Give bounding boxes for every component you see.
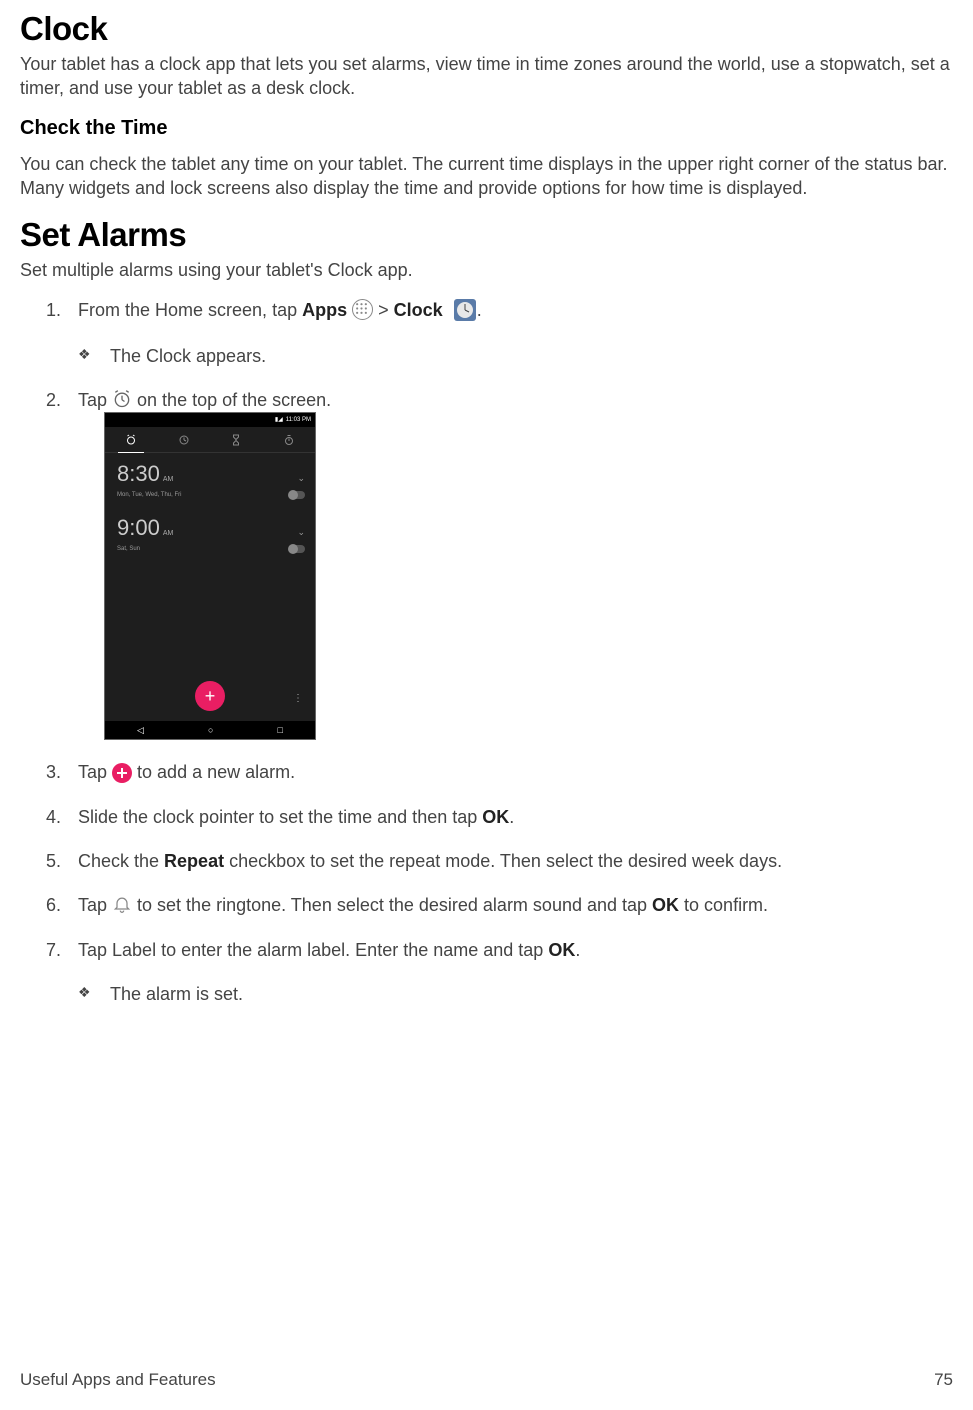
shot-tabs	[105, 427, 315, 453]
step-7-ok: OK	[548, 940, 575, 960]
shot-alarm2-ampm: AM	[163, 529, 174, 538]
shot-navbar: ◁ ○ □	[105, 721, 315, 739]
step-5-text-b: checkbox to set the repeat mode. Then se…	[224, 851, 782, 871]
step-1-sub: The Clock appears.	[80, 344, 953, 368]
footer-section: Useful Apps and Features	[20, 1370, 216, 1390]
apps-icon	[352, 299, 373, 320]
step-2-text-b: on the top of the screen.	[132, 390, 331, 410]
step-5-repeat: Repeat	[164, 851, 224, 871]
shot-statusbar: ▮◢11:03 PM	[105, 413, 315, 427]
shot-tab-alarm	[105, 427, 158, 452]
shot-alarm2-switch	[289, 545, 305, 553]
shot-alarm1-time: 8:30	[117, 459, 160, 489]
step-4-text-a: Slide the clock pointer to set the time …	[78, 807, 482, 827]
step-4-ok: OK	[482, 807, 509, 827]
step-7-text-a: Tap Label to enter the alarm label. Ente…	[78, 940, 548, 960]
page-footer: Useful Apps and Features 75	[20, 1370, 953, 1390]
step-7-period: .	[575, 940, 580, 960]
step-1-sublist: The Clock appears.	[80, 344, 953, 368]
shot-alarm1-ampm: AM	[163, 475, 174, 484]
steps-list: 1. From the Home screen, tap Apps > Cloc…	[52, 298, 953, 1006]
shot-menu-icon: ⋮	[293, 692, 303, 706]
clock-screenshot: ▮◢11:03 PM 8:30AM⌄ Mon, Tue, Wed, Thu, F	[104, 412, 316, 740]
step-7-sublist: The alarm is set.	[80, 982, 953, 1006]
step-7: 7. Tap Label to enter the alarm label. E…	[52, 938, 953, 1007]
step-3-text-a: Tap	[78, 762, 112, 782]
step-6-ok: OK	[652, 895, 679, 915]
footer-page-number: 75	[934, 1370, 953, 1390]
heading-check-time: Check the Time	[20, 117, 953, 140]
step-1-separator: >	[378, 300, 394, 320]
shot-alarm-2: 9:00AM⌄ Sat, Sun	[105, 507, 315, 561]
step-6: 6. Tap to set the ringtone. Then select …	[52, 893, 953, 917]
shot-status-time: 11:03 PM	[286, 416, 311, 424]
shot-nav-home: ○	[208, 724, 213, 736]
shot-nav-back: ◁	[137, 724, 144, 736]
alarms-intro: Set multiple alarms using your tablet's …	[20, 258, 953, 282]
check-time-body: You can check the tablet any time on you…	[20, 152, 953, 201]
step-1-clock: Clock	[394, 300, 443, 320]
shot-nav-recent: □	[278, 724, 283, 736]
shot-tab-timer	[210, 427, 263, 452]
step-1-period: .	[477, 300, 482, 320]
step-3-text-b: to add a new alarm.	[132, 762, 295, 782]
step-7-sub: The alarm is set.	[80, 982, 953, 1006]
step-3: 3. Tap to add a new alarm.	[52, 760, 953, 784]
heading-set-alarms: Set Alarms	[20, 216, 953, 254]
step-1-text-a: From the Home screen, tap	[78, 300, 302, 320]
step-1-apps: Apps	[302, 300, 347, 320]
step-6-text-a: Tap	[78, 895, 112, 915]
heading-clock: Clock	[20, 10, 953, 48]
shot-fab-add: +	[195, 681, 225, 711]
plus-fab-icon	[112, 763, 132, 783]
step-2-text-a: Tap	[78, 390, 112, 410]
bell-icon	[112, 894, 132, 914]
step-6-text-b: to set the ringtone. Then select the des…	[132, 895, 652, 915]
step-1: 1. From the Home screen, tap Apps > Cloc…	[52, 298, 953, 368]
step-4-period: .	[509, 807, 514, 827]
shot-alarm1-switch	[289, 491, 305, 499]
shot-tab-clock	[158, 427, 211, 452]
alarm-tab-icon	[112, 389, 132, 409]
shot-alarm1-days: Mon, Tue, Wed, Thu, Fri	[117, 491, 181, 499]
step-4: 4. Slide the clock pointer to set the ti…	[52, 805, 953, 829]
step-6-text-c: to confirm.	[679, 895, 768, 915]
clock-app-icon	[453, 298, 477, 322]
shot-tab-stopwatch	[263, 427, 316, 452]
shot-alarm2-time: 9:00	[117, 513, 160, 543]
shot-alarm2-days: Sat, Sun	[117, 545, 140, 553]
step-2: 2. Tap on the top of the screen. ▮◢11:03…	[52, 388, 953, 740]
shot-alarm-1: 8:30AM⌄ Mon, Tue, Wed, Thu, Fri	[105, 453, 315, 507]
step-5-text-a: Check the	[78, 851, 164, 871]
step-5: 5. Check the Repeat checkbox to set the …	[52, 849, 953, 873]
clock-intro: Your tablet has a clock app that lets yo…	[20, 52, 953, 101]
